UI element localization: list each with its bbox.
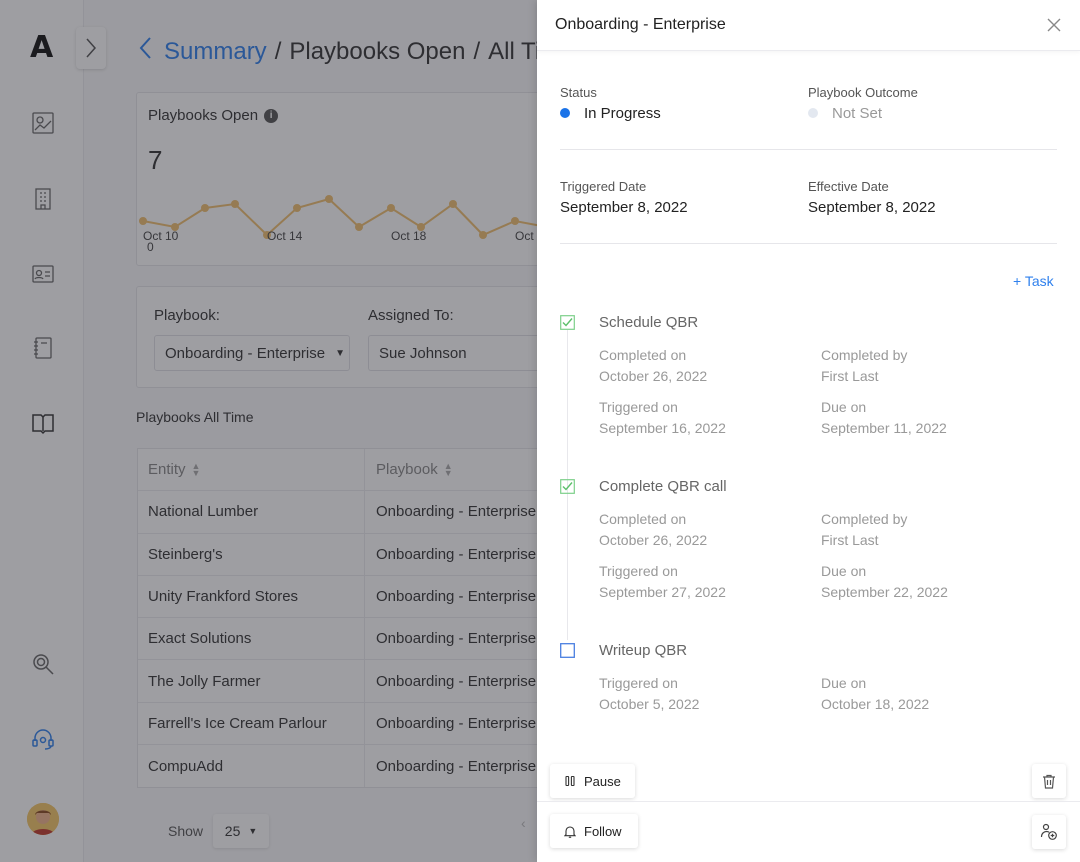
effective-date-value[interactable]: September 8, 2022 (808, 199, 936, 216)
outcome-label: Playbook Outcome (808, 85, 918, 100)
divider (560, 243, 1057, 244)
due-on-value: September 11, 2022 (821, 420, 947, 436)
triggered-on-label: Triggered on (599, 563, 678, 579)
due-on-label: Due on (821, 675, 867, 691)
close-icon[interactable] (1046, 17, 1062, 33)
completed-by-value: First Last (821, 532, 879, 548)
pause-icon (565, 775, 575, 787)
triggered-on-value: September 16, 2022 (599, 420, 726, 436)
triggered-date-label: Triggered Date (560, 179, 647, 194)
triggered-on-value: October 5, 2022 (599, 696, 700, 712)
due-on-label: Due on (821, 399, 867, 415)
status-dot-icon (560, 108, 570, 118)
assign-user-button[interactable] (1032, 815, 1066, 849)
status-label: Status (560, 85, 597, 100)
follow-button[interactable]: Follow (550, 814, 638, 848)
add-user-icon (1040, 823, 1057, 840)
drawer-title: Onboarding - Enterprise (555, 16, 726, 33)
delete-button[interactable] (1032, 764, 1066, 798)
completed-on-value: October 26, 2022 (599, 368, 708, 384)
pause-button[interactable]: Pause (550, 764, 635, 798)
triggered-date-value: September 8, 2022 (560, 199, 688, 216)
playbook-drawer: Onboarding - Enterprise Status In Progre… (537, 0, 1080, 862)
completed-by-label: Completed by (821, 347, 908, 363)
effective-date-label: Effective Date (808, 179, 889, 194)
trash-icon (1043, 774, 1055, 789)
outcome-value[interactable]: Not Set (808, 105, 882, 122)
due-on-label: Due on (821, 563, 867, 579)
add-task-button[interactable]: + Task (1013, 273, 1054, 289)
unchecked-checkbox-icon[interactable] (560, 643, 575, 658)
bell-icon (564, 825, 576, 838)
drawer-header: Onboarding - Enterprise (537, 0, 1080, 51)
triggered-on-label: Triggered on (599, 399, 678, 415)
completed-by-label: Completed by (821, 511, 908, 527)
completed-on-value: October 26, 2022 (599, 532, 708, 548)
completed-by-value: First Last (821, 368, 879, 384)
outcome-dot-icon (808, 108, 818, 118)
divider (560, 149, 1057, 150)
footer-divider (537, 801, 1080, 802)
completed-on-label: Completed on (599, 347, 687, 363)
triggered-on-value: September 27, 2022 (599, 584, 726, 600)
completed-on-label: Completed on (599, 511, 687, 527)
task-title[interactable]: Schedule QBR (599, 314, 698, 331)
task-title[interactable]: Complete QBR call (599, 478, 727, 495)
status-value[interactable]: In Progress (560, 105, 661, 122)
checked-checkbox-icon[interactable] (560, 479, 575, 494)
checked-checkbox-icon[interactable] (560, 315, 575, 330)
task-title[interactable]: Writeup QBR (599, 642, 687, 659)
due-on-value: September 22, 2022 (821, 584, 948, 600)
modal-overlay[interactable] (0, 0, 537, 862)
triggered-on-label: Triggered on (599, 675, 678, 691)
due-on-value: October 18, 2022 (821, 696, 930, 712)
